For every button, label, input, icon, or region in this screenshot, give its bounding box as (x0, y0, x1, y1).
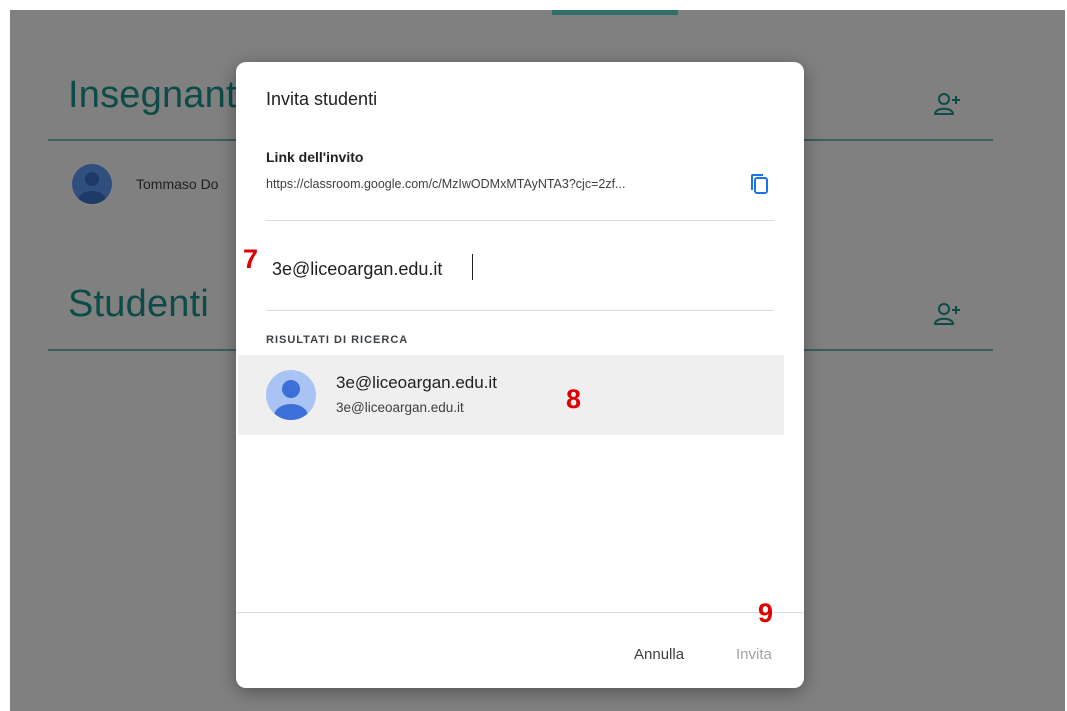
teacher-avatar (72, 164, 112, 204)
footer-divider (236, 612, 804, 613)
step-7-marker: 7 (243, 244, 259, 274)
teacher-name: Tommaso Do (136, 176, 219, 192)
copy-link-button[interactable] (746, 172, 774, 198)
dialog-title: Invita studenti (266, 89, 378, 109)
add-person-icon[interactable] (933, 302, 962, 326)
invite-students-dialog: Invita studenti Link dell'invito https:/… (236, 62, 804, 688)
invite-link-label: Link dell'invito (266, 149, 364, 165)
person-avatar-icon (266, 370, 316, 420)
invite-link-url[interactable]: https://classroom.google.com/c/MzIwODMxM… (266, 177, 726, 191)
students-section-title: Studenti (68, 283, 210, 325)
invite-button[interactable]: Invita (736, 646, 772, 663)
student-email-input[interactable] (270, 252, 764, 286)
step-9-marker: 9 (758, 598, 774, 628)
text-caret (472, 254, 473, 280)
teachers-section-title: Insegnanti (68, 74, 246, 116)
result-email: 3e@liceoargan.edu.it (336, 400, 464, 415)
step-8-marker: 8 (566, 384, 582, 414)
link-divider (266, 220, 774, 221)
copy-icon (746, 174, 774, 202)
result-name: 3e@liceoargan.edu.it (336, 373, 497, 392)
cancel-button[interactable]: Annulla (634, 646, 684, 663)
active-tab-indicator (552, 10, 678, 15)
add-person-icon[interactable] (933, 92, 962, 116)
search-results-header: RISULTATI DI RICERCA (266, 334, 409, 346)
input-underline (266, 310, 774, 311)
search-result-item[interactable]: 3e@liceoargan.edu.it 3e@liceoargan.edu.i… (238, 355, 784, 435)
